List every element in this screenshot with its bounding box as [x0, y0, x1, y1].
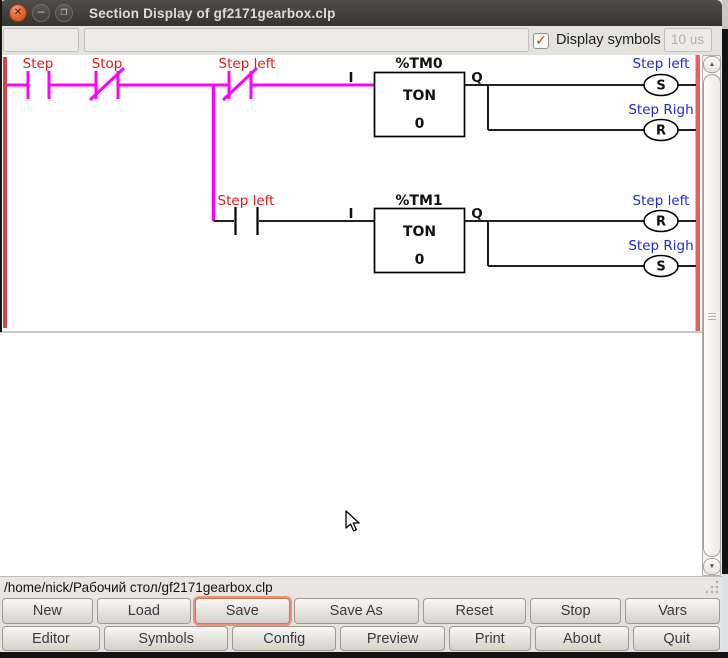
symbols-button[interactable]: Symbols — [103, 626, 229, 651]
reset-button[interactable]: Reset — [422, 598, 527, 624]
coil-set-step-left[interactable]: S — [643, 73, 679, 97]
coil-reset-step-left[interactable]: R — [643, 209, 679, 233]
coil-op: S — [656, 79, 665, 94]
load-button[interactable]: Load — [96, 598, 191, 624]
minimize-icon: – — [37, 4, 45, 18]
config-button[interactable]: Config — [232, 626, 337, 651]
coil-set-step-right[interactable]: S — [643, 254, 679, 278]
time-base-field: 10 us — [664, 28, 712, 52]
section-comment-input[interactable] — [84, 28, 529, 52]
maximize-button[interactable]: ❐ — [55, 4, 73, 22]
coil-label: Step Righ — [628, 238, 693, 254]
contact-label: Step — [23, 56, 54, 72]
display-symbols-checkbox[interactable]: ✓ — [533, 33, 549, 49]
coil-op: S — [656, 260, 665, 275]
statusbar: /home/nick/Рабочий стол/gf2171gearbox.cl… — [0, 576, 722, 598]
window-title: Section Display of gf2171gearbox.clp — [89, 5, 336, 21]
timer-function: TON — [403, 224, 436, 240]
scroll-up-icon: ▲ — [708, 61, 716, 68]
contact-step-left-nc[interactable] — [221, 66, 259, 102]
contact-step-left[interactable] — [234, 207, 259, 235]
timer-function: TON — [403, 88, 436, 104]
timer-value: 0 — [415, 252, 425, 268]
ladder-canvas[interactable]: Step Stop Step left I %TM0 Q TON 0 S Ste… — [0, 55, 702, 576]
timer-name: %TM0 — [395, 56, 443, 72]
button-row-2: Editor Symbols Config Preview Print Abou… — [0, 626, 722, 651]
titlebar[interactable]: ✕ – ❐ Section Display of gf2171gearbox.c… — [0, 0, 722, 26]
display-symbols-label[interactable]: Display symbols — [556, 26, 661, 55]
editor-button[interactable]: Editor — [2, 626, 100, 651]
close-button[interactable]: ✕ — [9, 4, 27, 22]
minimize-button[interactable]: – — [32, 4, 50, 22]
rung1-active-wires — [7, 83, 374, 221]
file-path: /home/nick/Рабочий стол/gf2171gearbox.cl… — [4, 580, 273, 595]
mouse-cursor-icon — [345, 510, 360, 532]
save-as-button[interactable]: Save As — [293, 598, 419, 624]
timer-name: %TM1 — [395, 193, 442, 209]
desktop-fragment — [0, 0, 2, 332]
contact-label: Step left — [219, 56, 276, 72]
timer-block-tm1[interactable]: TON 0 — [373, 207, 466, 274]
left-power-rail — [3, 57, 7, 328]
resize-grip[interactable] — [705, 579, 720, 594]
ladder-diagram: Step Stop Step left I %TM0 Q TON 0 S Ste… — [0, 55, 702, 333]
coil-label: Step Righ — [628, 102, 693, 118]
contact-label: Stop — [92, 56, 123, 72]
timer-output-pin: Q — [471, 206, 482, 222]
right-power-rail — [695, 55, 700, 331]
timer-value: 0 — [415, 116, 425, 132]
desktop-fragment — [722, 574, 728, 652]
new-button[interactable]: New — [2, 598, 93, 624]
scrollbar-thumb[interactable] — [703, 74, 721, 557]
scroll-up-button[interactable]: ▲ — [703, 56, 721, 73]
save-button[interactable]: Save — [194, 598, 290, 624]
print-button[interactable]: Print — [449, 626, 531, 651]
contact-step[interactable] — [26, 71, 51, 99]
quit-button[interactable]: Quit — [633, 626, 720, 651]
desktop-fragment — [722, 0, 728, 29]
app-window: ✕ – ❐ Section Display of gf2171gearbox.c… — [0, 0, 722, 652]
button-row-1: New Load Save Save As Reset Stop Vars — [0, 598, 722, 624]
close-icon: ✕ — [13, 7, 23, 18]
coil-label: Step left — [633, 193, 690, 209]
timer-input-pin: I — [348, 206, 353, 222]
coil-reset-step-right[interactable]: R — [643, 118, 679, 142]
about-button[interactable]: About — [534, 626, 630, 651]
stop-button[interactable]: Stop — [530, 598, 622, 624]
coil-label: Step left — [633, 56, 690, 72]
toolbar: ✓ Display symbols 10 us — [0, 26, 722, 55]
contact-label: Step left — [218, 193, 275, 209]
section-name-input[interactable] — [3, 28, 79, 52]
scrollbar-grip-icon — [708, 315, 716, 317]
vars-button[interactable]: Vars — [625, 598, 721, 624]
scroll-down-icon: ▼ — [708, 563, 716, 570]
scroll-down-button[interactable]: ▼ — [703, 558, 721, 575]
timer-output-pin: Q — [471, 70, 482, 86]
timer-block-tm0[interactable]: TON 0 — [373, 71, 466, 138]
maximize-icon: ❐ — [60, 8, 68, 17]
coil-op: R — [656, 215, 666, 230]
checkbox-check-icon: ✓ — [535, 32, 547, 48]
coil-op: R — [656, 124, 666, 139]
vertical-scrollbar[interactable]: ▲ ▼ — [702, 55, 722, 576]
timer-input-pin: I — [348, 70, 353, 86]
contact-stop-nc[interactable] — [88, 66, 126, 102]
preview-button[interactable]: Preview — [340, 626, 446, 651]
